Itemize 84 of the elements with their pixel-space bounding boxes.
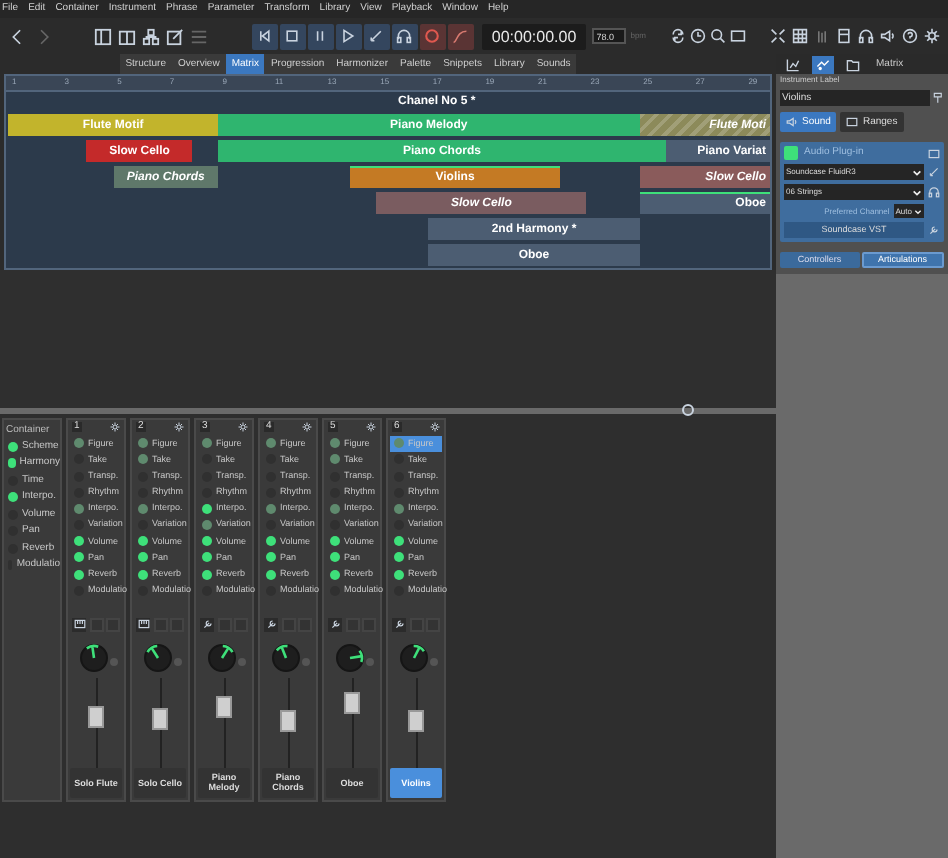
fader-track[interactable] <box>280 678 296 768</box>
solo-toggle[interactable] <box>345 617 359 632</box>
fader-track[interactable] <box>88 678 104 768</box>
pan-knob[interactable] <box>398 642 430 675</box>
panel-icon[interactable] <box>93 27 112 45</box>
fader-track[interactable] <box>344 678 360 768</box>
wrench-button[interactable] <box>200 617 214 632</box>
help-icon[interactable] <box>902 28 918 44</box>
grid-icon[interactable] <box>792 28 808 44</box>
record-button[interactable] <box>419 23 446 49</box>
solo-toggle[interactable] <box>217 617 231 632</box>
skip-back-button[interactable] <box>251 23 278 49</box>
headphones-button[interactable] <box>391 23 418 49</box>
record-icon <box>424 28 441 44</box>
skip-back-icon <box>256 28 273 44</box>
wrench-icon[interactable] <box>928 224 940 236</box>
fader-thumb[interactable] <box>152 707 168 730</box>
wrench-button[interactable] <box>264 617 278 632</box>
pan-knob[interactable] <box>206 642 238 675</box>
curve-icon <box>452 28 469 44</box>
settings-icon[interactable] <box>238 422 248 433</box>
screen-icon[interactable] <box>730 28 746 44</box>
pan-knob[interactable] <box>270 642 302 675</box>
speaker-icon[interactable] <box>880 28 896 44</box>
settings-icon[interactable] <box>366 422 376 433</box>
expand-icon[interactable] <box>770 28 786 44</box>
headphones-icon <box>396 28 413 44</box>
forward-icon[interactable] <box>36 27 54 45</box>
status-square <box>784 146 798 160</box>
pencil-icon <box>368 28 385 44</box>
notes-icon <box>816 57 830 71</box>
fader-thumb[interactable] <box>216 696 232 719</box>
folder-icon <box>846 57 860 71</box>
window-icon <box>846 116 859 128</box>
settings-icon[interactable] <box>924 28 940 44</box>
solo-toggle[interactable] <box>281 617 295 632</box>
zoom-icon[interactable] <box>710 28 726 44</box>
settings-icon[interactable] <box>430 422 440 433</box>
play-icon <box>340 28 357 44</box>
pause-icon <box>312 28 329 44</box>
fader-thumb[interactable] <box>344 692 360 715</box>
wrench-button[interactable] <box>328 617 342 632</box>
fader-thumb[interactable] <box>280 710 296 733</box>
pin-icon[interactable] <box>932 92 944 104</box>
pan-knob[interactable] <box>334 642 366 675</box>
solo-toggle[interactable] <box>153 617 167 632</box>
panel-icon[interactable] <box>836 28 852 44</box>
tree-icon[interactable] <box>141 27 160 45</box>
caret-icon <box>914 207 922 215</box>
stop-button[interactable] <box>279 23 306 49</box>
keyboard-button[interactable] <box>136 617 150 632</box>
edit-icon[interactable] <box>165 27 184 45</box>
splitter-handle-icon[interactable] <box>680 402 696 418</box>
curve-button[interactable] <box>447 23 474 49</box>
pencil-button[interactable] <box>363 23 390 49</box>
keyboard-button[interactable] <box>72 617 86 632</box>
stop-icon <box>284 28 301 44</box>
wrench-button[interactable] <box>392 617 406 632</box>
headphones-icon[interactable] <box>858 28 874 44</box>
time-display: 00:00:00.00 <box>481 23 587 49</box>
notes-tab[interactable] <box>812 55 834 73</box>
play-button[interactable] <box>335 23 362 49</box>
pan-knob[interactable] <box>142 642 174 675</box>
fader-track[interactable] <box>408 678 424 768</box>
fader-thumb[interactable] <box>88 705 104 728</box>
settings-icon[interactable] <box>174 422 184 433</box>
pause-button[interactable] <box>307 23 334 49</box>
solo-toggle[interactable] <box>89 617 103 632</box>
book-icon[interactable] <box>117 27 136 45</box>
window-icon[interactable] <box>928 147 940 159</box>
settings-icon[interactable] <box>302 422 312 433</box>
bars-icon[interactable] <box>814 28 830 44</box>
folder-tab[interactable] <box>842 55 864 73</box>
settings-icon[interactable] <box>110 422 120 433</box>
clock-icon[interactable] <box>690 28 706 44</box>
fader-thumb[interactable] <box>408 710 424 733</box>
fader-track[interactable] <box>216 678 232 768</box>
chart-tab[interactable] <box>782 55 804 73</box>
pan-knob[interactable] <box>78 642 110 675</box>
fader-track[interactable] <box>152 678 168 768</box>
solo-toggle[interactable] <box>409 617 423 632</box>
speaker-icon <box>786 116 798 128</box>
loop-icon[interactable] <box>670 28 686 44</box>
chart-icon <box>786 57 800 71</box>
